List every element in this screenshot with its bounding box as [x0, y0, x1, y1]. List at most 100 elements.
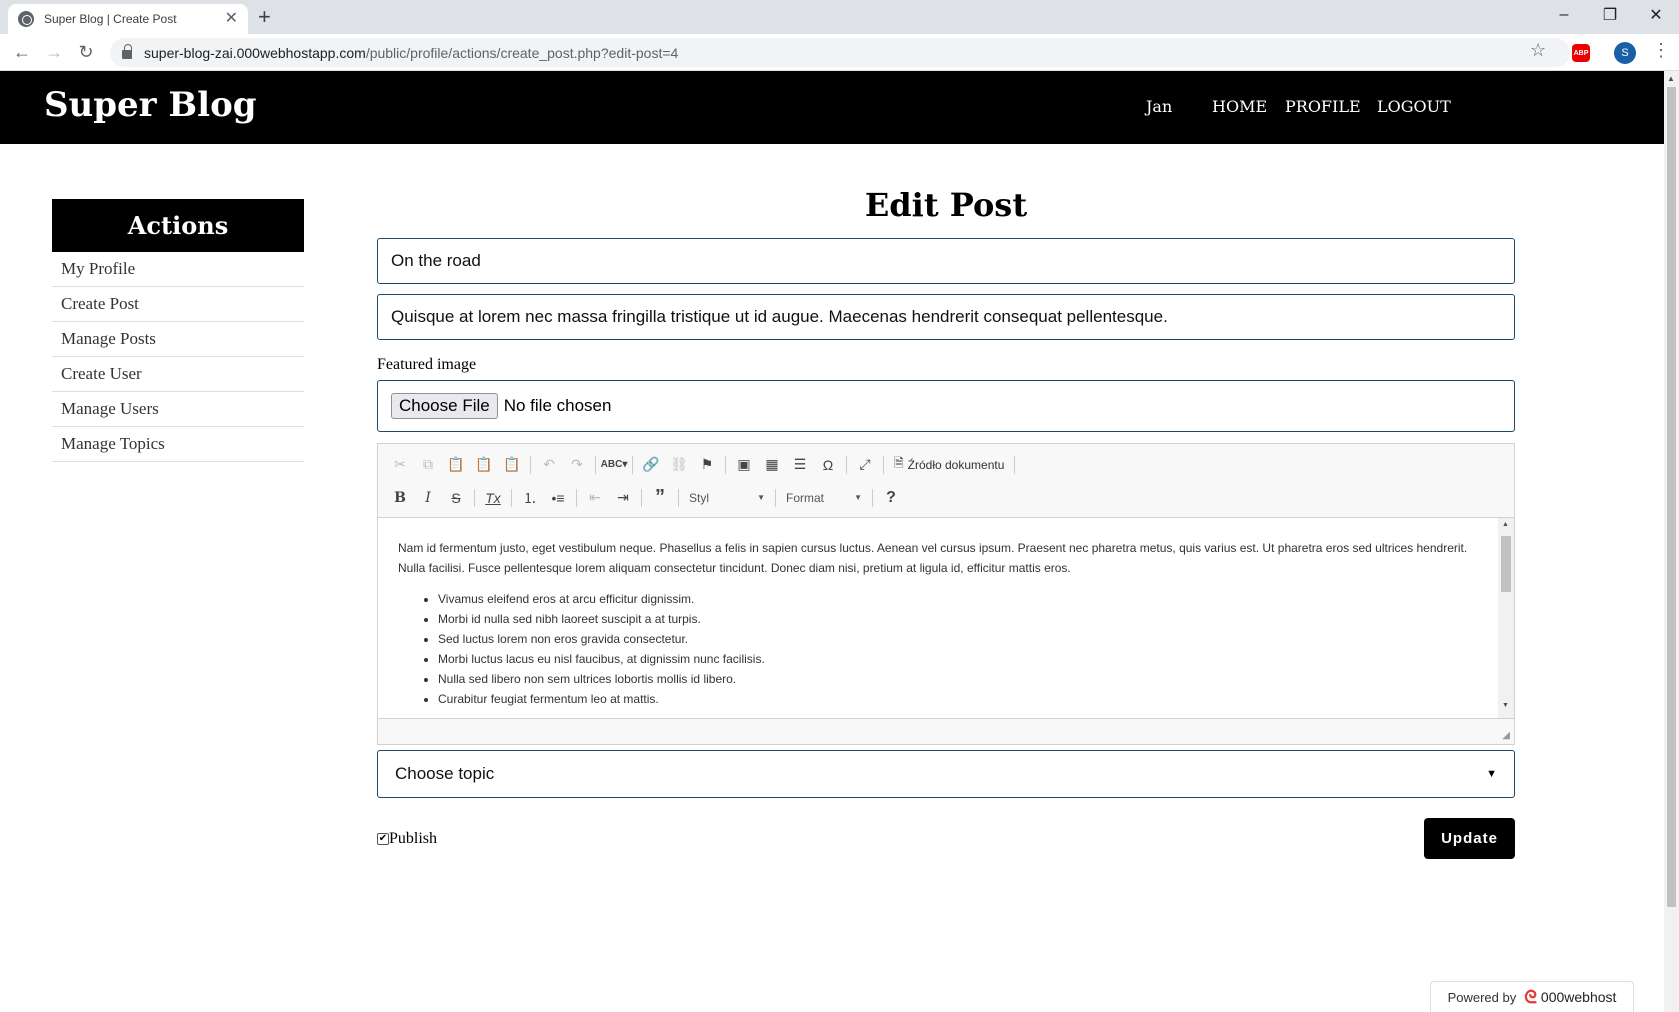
- chevron-down-icon: ▼: [1486, 768, 1497, 780]
- topic-select[interactable]: Choose topic ▼: [377, 750, 1515, 798]
- list-item: Morbi luctus lacus eu nisl faucibus, at …: [438, 649, 1478, 669]
- nav-home[interactable]: HOME: [1212, 97, 1267, 116]
- source-button[interactable]: 🗎 Źródło dokumentu: [888, 454, 1010, 475]
- site-header: Super Blog Jan HOME PROFILE LOGOUT: [0, 71, 1664, 144]
- window-close-icon[interactable]: ✕: [1633, 0, 1679, 30]
- powered-by-brand: 000webhost: [1540, 989, 1617, 1005]
- minimize-icon[interactable]: –: [1541, 0, 1587, 30]
- list-item: Nulla sed libero non sem ultrices lobort…: [438, 669, 1478, 689]
- lock-icon: [122, 44, 132, 59]
- post-title-input[interactable]: On the road: [377, 238, 1515, 284]
- unlink-icon[interactable]: ⛓: [665, 452, 693, 478]
- forward-icon[interactable]: →: [42, 40, 66, 64]
- editor-toolbar: ✂ ⧉ 📋 📋 📋 ↶ ↷ ABC▾ 🔗 ⛓ ⚑ ▣ ▦ ☰ Ω ⤢ 🗎 Źró…: [378, 444, 1514, 518]
- nav-logout[interactable]: LOGOUT: [1377, 97, 1451, 116]
- list-item: Curabitur feugiat fermentum leo at matti…: [438, 689, 1478, 709]
- back-icon[interactable]: ←: [10, 40, 34, 64]
- browser-tabstrip: Super Blog | Create Post ✕ + – ❐ ✕: [0, 0, 1679, 34]
- close-tab-icon[interactable]: ✕: [225, 11, 238, 27]
- adblock-extension-icon[interactable]: ABP: [1572, 44, 1590, 62]
- numbered-list-icon[interactable]: ⒈: [516, 485, 544, 511]
- editor-content-area[interactable]: Nam id fermentum justo, eget vestibulum …: [378, 518, 1514, 718]
- blockquote-icon[interactable]: ”: [646, 485, 674, 511]
- reload-icon[interactable]: ↻: [74, 40, 98, 64]
- page-scroll-thumb[interactable]: [1667, 87, 1676, 907]
- new-tab-button[interactable]: +: [258, 5, 271, 29]
- webhost-logo-icon: ᘓ: [1524, 986, 1537, 1007]
- indent-icon[interactable]: ⇥: [609, 485, 637, 511]
- bookmark-star-icon[interactable]: ☆: [1530, 40, 1546, 61]
- editor-scrollbar[interactable]: ▲ ▼: [1498, 518, 1514, 718]
- help-icon[interactable]: ?: [877, 485, 905, 511]
- page-scrollbar[interactable]: ▲: [1664, 71, 1679, 1012]
- sidebar-item-my-profile[interactable]: My Profile: [52, 252, 304, 287]
- copy-icon[interactable]: ⧉: [414, 452, 442, 478]
- image-icon[interactable]: ▣: [730, 452, 758, 478]
- list-item: Vivamus eleifend eros at arcu efficitur …: [438, 589, 1478, 609]
- publish-checkbox[interactable]: ✔: [377, 832, 389, 845]
- toolbar-separator: [725, 455, 726, 474]
- toolbar-separator: [595, 455, 596, 474]
- scroll-up-icon[interactable]: ▲: [1667, 74, 1675, 83]
- profile-avatar[interactable]: S: [1614, 42, 1636, 64]
- powered-by-badge[interactable]: Powered by ᘓ 000webhost: [1430, 981, 1634, 1012]
- browser-tab[interactable]: Super Blog | Create Post ✕: [8, 4, 248, 34]
- featured-image-label: Featured image: [377, 356, 477, 373]
- paste-text-icon[interactable]: 📋: [470, 452, 498, 478]
- toolbar-separator: [1014, 455, 1016, 474]
- sidebar-title: Actions: [52, 199, 304, 252]
- scroll-down-icon[interactable]: ▼: [1502, 702, 1509, 709]
- form-actions: ✔ Publish Update: [377, 818, 1515, 859]
- link-icon[interactable]: 🔗: [637, 452, 665, 478]
- featured-image-input[interactable]: Choose File No file chosen: [377, 380, 1515, 432]
- style-label: Styl: [689, 490, 710, 505]
- post-excerpt-input[interactable]: Quisque at lorem nec massa fringilla tri…: [377, 294, 1515, 340]
- bulleted-list-icon[interactable]: •≡: [544, 485, 572, 511]
- list-item: Morbi id nulla sed nibh laoreet suscipit…: [438, 609, 1478, 629]
- outdent-icon[interactable]: ⇤: [581, 485, 609, 511]
- sidebar-item-create-post[interactable]: Create Post: [52, 287, 304, 322]
- choose-file-button[interactable]: Choose File: [391, 393, 498, 419]
- sidebar-item-manage-topics[interactable]: Manage Topics: [52, 427, 304, 462]
- scroll-up-icon[interactable]: ▲: [1502, 521, 1509, 528]
- sidebar-item-manage-posts[interactable]: Manage Posts: [52, 322, 304, 357]
- maximize-icon[interactable]: ⤢: [851, 452, 879, 478]
- italic-icon[interactable]: I: [414, 485, 442, 511]
- restore-icon[interactable]: ❐: [1587, 0, 1633, 30]
- editor-status-bar: ◢: [378, 718, 1514, 744]
- table-icon[interactable]: ▦: [758, 452, 786, 478]
- undo-icon[interactable]: ↶: [535, 452, 563, 478]
- browser-menu-icon[interactable]: ⋮: [1652, 40, 1670, 61]
- remove-format-icon[interactable]: Tx: [479, 485, 507, 511]
- toolbar-separator: [641, 488, 642, 507]
- bold-icon[interactable]: B: [386, 485, 414, 511]
- cut-icon[interactable]: ✂: [386, 452, 414, 478]
- editor-scroll-thumb[interactable]: [1501, 536, 1511, 592]
- redo-icon[interactable]: ↷: [563, 452, 591, 478]
- anchor-flag-icon[interactable]: ⚑: [693, 452, 721, 478]
- tab-title: Super Blog | Create Post: [44, 12, 177, 26]
- strikethrough-icon[interactable]: S: [442, 485, 470, 511]
- paste-word-icon[interactable]: 📋: [498, 452, 526, 478]
- style-dropdown[interactable]: Styl ▼: [683, 487, 771, 509]
- paste-icon[interactable]: 📋: [442, 452, 470, 478]
- update-button[interactable]: Update: [1424, 818, 1515, 859]
- source-icon: 🗎: [894, 456, 904, 470]
- nav-profile[interactable]: PROFILE: [1285, 97, 1361, 116]
- chevron-down-icon: ▼: [757, 493, 765, 502]
- horizontal-line-icon[interactable]: ☰: [786, 452, 814, 478]
- globe-icon: [18, 11, 34, 27]
- toolbar-separator: [872, 488, 873, 507]
- publish-option[interactable]: ✔ Publish: [377, 830, 437, 848]
- address-bar[interactable]: super-blog-zai.000webhostapp.com/public/…: [110, 38, 1570, 67]
- editor-list: Vivamus eleifend eros at arcu efficitur …: [398, 589, 1478, 709]
- rich-text-editor: ✂ ⧉ 📋 📋 📋 ↶ ↷ ABC▾ 🔗 ⛓ ⚑ ▣ ▦ ☰ Ω ⤢ 🗎 Źró…: [377, 443, 1515, 745]
- site-logo[interactable]: Super Blog: [44, 85, 257, 125]
- sidebar-item-create-user[interactable]: Create User: [52, 357, 304, 392]
- resize-grip-icon[interactable]: ◢: [1502, 730, 1510, 741]
- spellcheck-icon[interactable]: ABC▾: [600, 452, 628, 478]
- special-char-icon[interactable]: Ω: [814, 452, 842, 478]
- format-dropdown[interactable]: Format ▼: [780, 487, 868, 509]
- toolbar-separator: [632, 455, 633, 474]
- sidebar-item-manage-users[interactable]: Manage Users: [52, 392, 304, 427]
